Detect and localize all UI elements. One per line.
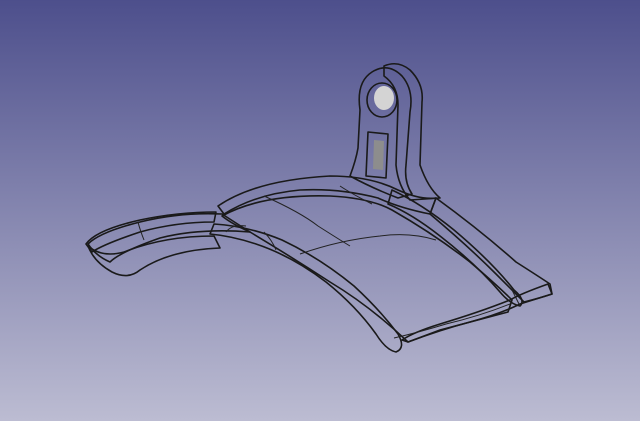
3d-viewport[interactable] — [0, 0, 640, 421]
viewport-canvas[interactable] — [0, 0, 640, 421]
viewport-background — [0, 0, 640, 421]
